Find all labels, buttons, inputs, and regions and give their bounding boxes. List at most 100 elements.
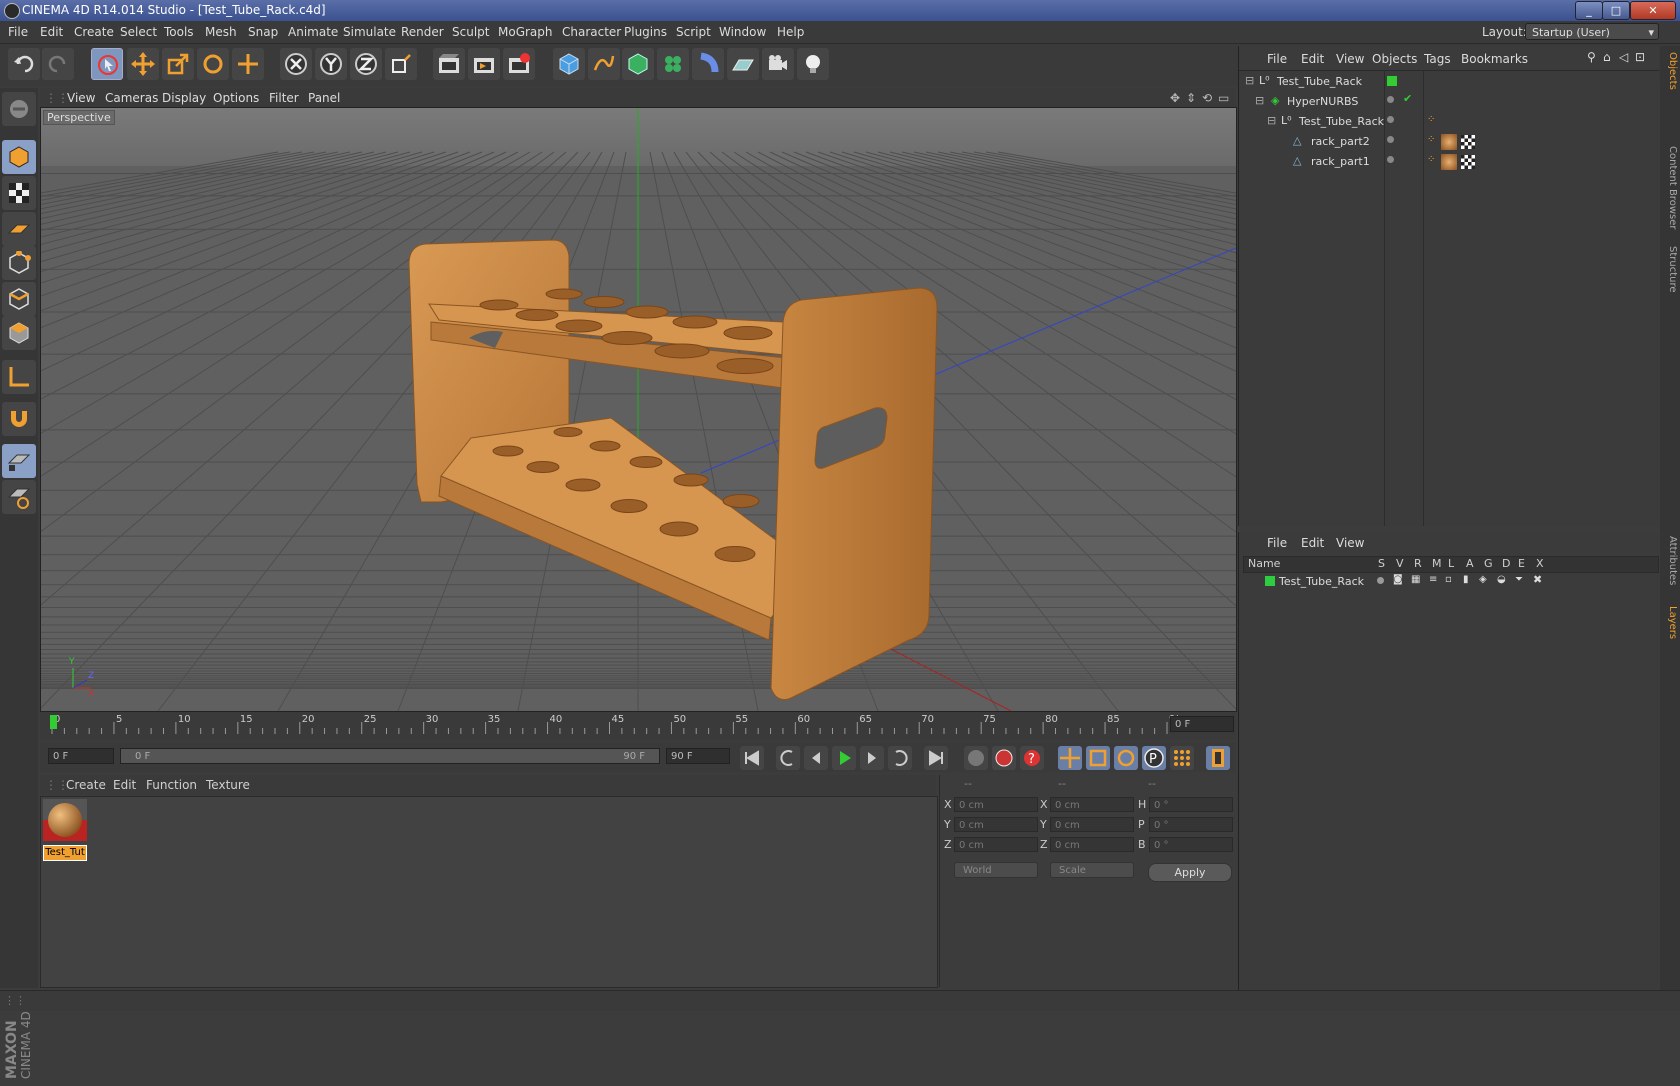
- next-key-button[interactable]: [888, 746, 912, 770]
- workplane-mode-button[interactable]: [2, 212, 36, 246]
- viewport-rotate-icon[interactable]: ⟲: [1202, 91, 1212, 105]
- menu-render[interactable]: Render: [401, 25, 444, 39]
- menu-snap[interactable]: Snap: [248, 25, 278, 39]
- viewport-menu-filter[interactable]: Filter: [269, 91, 299, 105]
- points-mode-button[interactable]: [2, 246, 36, 280]
- render-view-button[interactable]: [433, 48, 465, 80]
- tab-attributes[interactable]: Attributes: [1662, 536, 1678, 585]
- phong-tag-icon[interactable]: ⁘: [1427, 154, 1435, 165]
- record-parameter-button[interactable]: P: [1142, 746, 1166, 770]
- play-button[interactable]: [832, 746, 856, 770]
- object-row[interactable]: ⊟ L⁰ Test_Tube_Rack ⁘: [1239, 112, 1659, 132]
- record-scale-button[interactable]: [1086, 746, 1110, 770]
- viewport-zoom-icon[interactable]: ⇕: [1186, 91, 1196, 105]
- material-swatch[interactable]: Test_Tut: [43, 799, 87, 861]
- deformer-button[interactable]: [692, 48, 724, 80]
- viewport-menu-options[interactable]: Options: [213, 91, 259, 105]
- collapse-icon[interactable]: ⊟: [1267, 114, 1276, 127]
- home-icon[interactable]: ⌂: [1603, 50, 1611, 64]
- menu-help[interactable]: Help: [777, 25, 804, 39]
- visibility-dot[interactable]: [1387, 156, 1394, 163]
- previous-frame-button[interactable]: [804, 746, 828, 770]
- move-tool[interactable]: [127, 48, 159, 80]
- x-axis-lock-button[interactable]: [280, 48, 312, 80]
- workplane-lock-button[interactable]: [2, 444, 36, 478]
- lock-toggle-icon[interactable]: ▫: [1445, 574, 1452, 585]
- record-rotation-button[interactable]: [1114, 746, 1138, 770]
- edges-mode-button[interactable]: [2, 282, 36, 316]
- timeline-ruler[interactable]: 051015202530354045505560657075808590 0 F: [40, 712, 1236, 740]
- apply-button[interactable]: Apply: [1148, 863, 1232, 882]
- material-menu-edit[interactable]: Edit: [113, 778, 136, 792]
- menu-simulate[interactable]: Simulate: [343, 25, 396, 39]
- object-menu-objects[interactable]: Objects: [1372, 52, 1417, 66]
- viewport-menu-panel[interactable]: Panel: [308, 91, 340, 105]
- keyframe-selection-button[interactable]: ?: [1020, 746, 1044, 770]
- auto-keying-button[interactable]: [992, 746, 1016, 770]
- expressions-toggle-icon[interactable]: ⏷: [1515, 574, 1523, 585]
- rot-h-field[interactable]: 0 °: [1149, 797, 1233, 812]
- redo-button[interactable]: [42, 48, 74, 80]
- polygons-mode-button[interactable]: [2, 316, 36, 350]
- layer-color-swatch[interactable]: [1265, 576, 1275, 586]
- pos-z-field[interactable]: 0 cm: [954, 837, 1038, 852]
- object-row[interactable]: ⊟ ◈ HyperNURBS ✔: [1239, 92, 1659, 112]
- menu-mesh[interactable]: Mesh: [205, 25, 237, 39]
- menu-character[interactable]: Character: [562, 25, 621, 39]
- menu-plugins[interactable]: Plugins: [624, 25, 667, 39]
- axis-mode-button[interactable]: [2, 360, 36, 394]
- object-row[interactable]: ⊟ L⁰ Test_Tube_Rack: [1239, 72, 1659, 92]
- object-menu-file[interactable]: File: [1267, 52, 1287, 66]
- light-object-button[interactable]: [797, 48, 829, 80]
- spline-pen-button[interactable]: [588, 48, 620, 80]
- minimize-button[interactable]: _: [1575, 1, 1603, 20]
- next-frame-button[interactable]: [860, 746, 884, 770]
- undo-button[interactable]: [8, 48, 40, 80]
- size-z-field[interactable]: 0 cm: [1050, 837, 1134, 852]
- menu-file[interactable]: File: [8, 25, 28, 39]
- new-view-icon[interactable]: ⊡: [1635, 50, 1645, 64]
- maximize-button[interactable]: □: [1602, 1, 1630, 20]
- menu-tools[interactable]: Tools: [164, 25, 194, 39]
- menu-select[interactable]: Select: [120, 25, 157, 39]
- enabled-check-icon[interactable]: ✔: [1403, 92, 1412, 105]
- visibility-dot[interactable]: [1387, 116, 1394, 123]
- viewport-maximize-icon[interactable]: ▭: [1218, 91, 1229, 105]
- generators-toggle-icon[interactable]: ◈: [1479, 574, 1487, 585]
- previous-key-button[interactable]: [776, 746, 800, 770]
- record-point-level-button[interactable]: [1170, 746, 1194, 770]
- rot-b-field[interactable]: 0 °: [1149, 837, 1233, 852]
- menu-animate[interactable]: Animate: [288, 25, 338, 39]
- object-menu-view[interactable]: View: [1336, 52, 1364, 66]
- pos-y-field[interactable]: 0 cm: [954, 817, 1038, 832]
- make-editable-button[interactable]: [2, 92, 36, 126]
- viewport-move-icon[interactable]: ✥: [1170, 91, 1180, 105]
- menu-create[interactable]: Create: [74, 25, 114, 39]
- phong-tag-icon[interactable]: ⁘: [1427, 114, 1435, 125]
- size-y-field[interactable]: 0 cm: [1050, 817, 1134, 832]
- model-mode-button[interactable]: [2, 140, 36, 174]
- material-menu-function[interactable]: Function: [146, 778, 197, 792]
- record-position-button[interactable]: [1058, 746, 1082, 770]
- material-menu-create[interactable]: Create: [66, 778, 106, 792]
- render-toggle-icon[interactable]: ▦: [1411, 574, 1420, 585]
- layer-menu-edit[interactable]: Edit: [1301, 536, 1324, 550]
- deformers-toggle-icon[interactable]: ◒: [1497, 574, 1506, 585]
- uvw-tag-icon[interactable]: [1461, 155, 1475, 169]
- object-menu-bookmarks[interactable]: Bookmarks: [1461, 52, 1528, 66]
- phong-tag-icon[interactable]: ⁘: [1427, 134, 1435, 145]
- record-keys-button[interactable]: [964, 746, 988, 770]
- z-axis-lock-button[interactable]: [350, 48, 382, 80]
- tab-content-browser[interactable]: Content Browser: [1662, 146, 1678, 229]
- transform-tool[interactable]: [232, 48, 264, 80]
- cube-object-button[interactable]: [553, 48, 585, 80]
- scale-tool[interactable]: [162, 48, 194, 80]
- manager-toggle-icon[interactable]: ≡: [1429, 574, 1437, 585]
- object-menu-tags[interactable]: Tags: [1424, 52, 1451, 66]
- view-toggle-icon[interactable]: ◙: [1393, 574, 1403, 585]
- menu-window[interactable]: Window: [719, 25, 766, 39]
- viewport-menu-display[interactable]: Display: [162, 91, 206, 105]
- timeline-window-button[interactable]: [1206, 746, 1230, 770]
- floor-object-button[interactable]: [727, 48, 759, 80]
- back-icon[interactable]: ◁: [1619, 50, 1628, 64]
